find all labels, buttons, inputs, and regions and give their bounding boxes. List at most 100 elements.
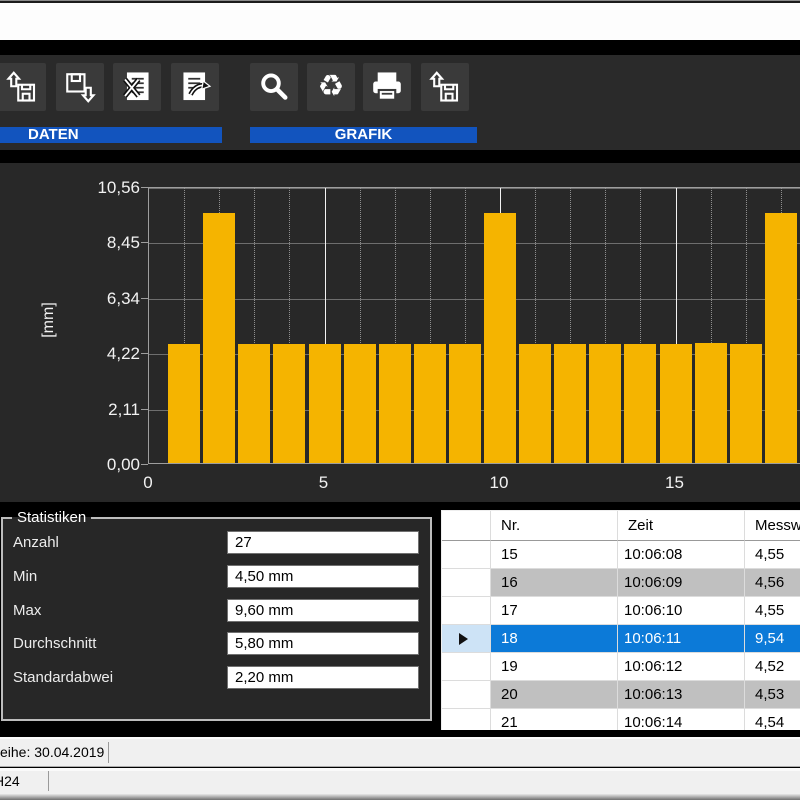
chart-bar-18 <box>765 213 797 463</box>
table-cell[interactable]: 10:06:09 <box>618 569 745 597</box>
x-tick-label: 15 <box>655 473 695 493</box>
status-separator <box>108 742 109 763</box>
stat-value-standardabwei[interactable]: 2,20 mm <box>227 666 419 689</box>
chart-bar-10 <box>484 213 516 463</box>
stat-value-durchschnitt[interactable]: 5,80 mm <box>227 632 419 655</box>
table-cell[interactable]: 10:06:08 <box>618 541 745 569</box>
table-row-16[interactable]: 1610:06:094,56 <box>442 569 800 597</box>
load-from-disk-icon <box>4 69 40 105</box>
table-cell[interactable]: 4,56 <box>745 569 800 597</box>
table-cell[interactable]: 4,55 <box>745 541 800 569</box>
table-cell[interactable]: 10:06:10 <box>618 597 745 625</box>
save-to-disk-icon <box>62 69 98 105</box>
chart-bar-5 <box>309 344 341 463</box>
statistics-title: Statistiken <box>12 509 91 526</box>
table-row-20[interactable]: 2010:06:134,53 <box>442 681 800 709</box>
table-cell[interactable]: 4,55 <box>745 597 800 625</box>
stat-label-standardabwei: Standardabwei <box>13 669 113 686</box>
table-cell[interactable]: 16 <box>491 569 618 597</box>
x-tick-label: 10 <box>479 473 519 493</box>
x-tick-label: 5 <box>304 473 344 493</box>
y-tick-label: 10,56 <box>68 178 140 198</box>
chart-bar-1 <box>168 344 200 463</box>
chart-bar-13 <box>589 344 621 463</box>
y-tick-mark <box>141 187 148 188</box>
table-cell[interactable]: 18 <box>491 625 618 653</box>
export-document-button[interactable] <box>171 63 219 111</box>
chart-bar-8 <box>414 344 446 463</box>
row-selector-cell[interactable] <box>442 625 491 653</box>
stat-value-anzahl[interactable]: 27 <box>227 531 419 554</box>
table-cell[interactable]: 10:06:12 <box>618 653 745 681</box>
toolbar-group-label-daten: DATEN <box>0 127 222 143</box>
table-row-21[interactable]: 2110:06:144,54 <box>442 709 800 730</box>
table-cell[interactable]: 19 <box>491 653 618 681</box>
delete-document-button[interactable] <box>113 63 161 111</box>
table-header-row: Nr.ZeitMesswe <box>442 511 800 541</box>
status-separator-2 <box>48 771 49 791</box>
x-tick-label: 0 <box>128 473 168 493</box>
chart-bar-6 <box>344 344 376 463</box>
table-cell[interactable]: 10:06:11 <box>618 625 745 653</box>
table-cell[interactable]: 10:06:14 <box>618 709 745 730</box>
window-bottom-edge <box>0 794 800 800</box>
chart-bar-15 <box>660 344 692 463</box>
table-column-header-messwe[interactable]: Messwe <box>745 511 800 541</box>
table-cell[interactable]: 21 <box>491 709 618 730</box>
save-graphic-button[interactable] <box>421 63 469 111</box>
table-cell[interactable]: 10:06:13 <box>618 681 745 709</box>
status-text-device: H24 <box>0 773 20 789</box>
y-tick-label: 0,00 <box>68 455 140 475</box>
delete-document-icon <box>119 69 155 105</box>
chart-bar-16 <box>695 343 727 463</box>
chart-bar-12 <box>554 344 586 463</box>
stat-label-anzahl: Anzahl <box>13 534 59 551</box>
chart-bar-2 <box>203 213 235 463</box>
save-to-disk-button[interactable] <box>56 63 104 111</box>
row-selector-cell[interactable] <box>442 569 491 597</box>
h-gridline <box>149 243 800 244</box>
stat-value-min[interactable]: 4,50 mm <box>227 565 419 588</box>
table-cell[interactable]: 17 <box>491 597 618 625</box>
table-cell[interactable]: 15 <box>491 541 618 569</box>
table-cell[interactable]: 20 <box>491 681 618 709</box>
chart-bar-3 <box>238 344 270 463</box>
toolbar-group-label-grafik: GRAFIK <box>250 127 477 143</box>
table-cell[interactable]: 4,52 <box>745 653 800 681</box>
status-bar-2: H24 <box>0 771 800 794</box>
stat-value-max[interactable]: 9,60 mm <box>227 599 419 622</box>
chart-bar-11 <box>519 344 551 463</box>
stat-label-min: Min <box>13 568 37 585</box>
table-cell[interactable]: 4,53 <box>745 681 800 709</box>
row-selector-cell[interactable] <box>442 541 491 569</box>
table-column-header-nr[interactable]: Nr. <box>491 511 618 541</box>
row-selector-cell[interactable] <box>442 653 491 681</box>
y-tick-mark <box>141 409 148 410</box>
row-selector-cell[interactable] <box>442 709 491 730</box>
y-tick-mark <box>141 242 148 243</box>
chart-bar-9 <box>449 344 481 463</box>
zoom-button[interactable] <box>250 63 298 111</box>
table-cell[interactable]: 4,54 <box>745 709 800 730</box>
table-corner-cell <box>442 511 491 541</box>
refresh-recycle-button[interactable]: ♻ <box>307 63 355 111</box>
table-column-header-zeit[interactable]: Zeit <box>618 511 745 541</box>
chart-bar-7 <box>379 344 411 463</box>
table-row-17[interactable]: 1710:06:104,55 <box>442 597 800 625</box>
y-tick-mark <box>141 464 148 465</box>
y-tick-label: 6,34 <box>68 289 140 309</box>
divider-band-top <box>0 40 800 55</box>
row-selector-cell[interactable] <box>442 597 491 625</box>
table-cell[interactable]: 9,54 <box>745 625 800 653</box>
zoom-icon <box>256 69 292 105</box>
y-tick-label: 8,45 <box>68 233 140 253</box>
print-button[interactable] <box>363 63 411 111</box>
load-from-disk-button[interactable] <box>0 63 46 111</box>
table-row-15[interactable]: 1510:06:084,55 <box>442 541 800 569</box>
table-row-19[interactable]: 1910:06:124,52 <box>442 653 800 681</box>
row-selector-cell[interactable] <box>442 681 491 709</box>
status-text-date: eihe: 30.04.2019 <box>0 744 104 760</box>
h-gridline <box>149 188 800 189</box>
table-row-18[interactable]: 1810:06:119,54 <box>442 625 800 653</box>
chart-bar-4 <box>273 344 305 463</box>
